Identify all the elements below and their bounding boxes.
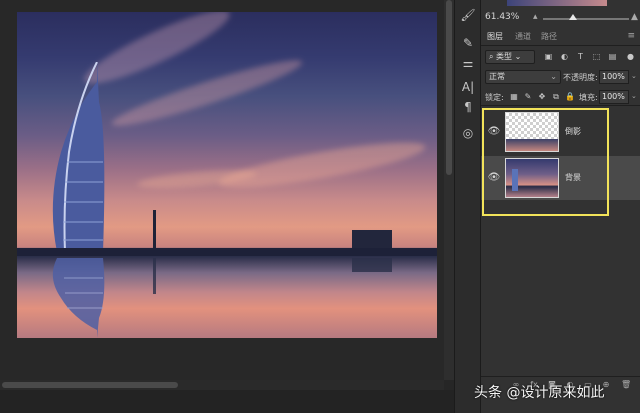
lock-position-icon[interactable]: ✥ [537, 92, 547, 102]
zoom-in-icon[interactable]: ▲ [631, 12, 638, 22]
horizon-shoreline [17, 248, 437, 256]
highlight-box [482, 108, 609, 216]
vertical-scroll-thumb[interactable] [446, 0, 452, 175]
status-bar [0, 390, 454, 413]
lock-transparent-icon[interactable]: ▦ [509, 92, 519, 102]
image-filter-icon[interactable]: ▣ [543, 51, 554, 62]
chevron-down-icon[interactable]: ⌄ [631, 92, 637, 100]
cloud [216, 133, 428, 197]
navigator-thumbnail[interactable] [507, 0, 607, 6]
sliders-icon[interactable]: ⚌ [459, 54, 477, 72]
opacity-label: 不透明度: [563, 73, 598, 82]
lock-artboard-icon[interactable]: ⧉ [551, 92, 561, 102]
zoom-value[interactable]: 61.43% [485, 12, 519, 22]
chevron-down-icon[interactable]: ⌄ [631, 72, 637, 80]
tab-paths[interactable]: 路径 [541, 31, 557, 42]
canvas-workspace[interactable] [0, 0, 444, 380]
panel-menu-icon[interactable]: ≡ [627, 31, 635, 41]
lock-row: 锁定: ▦ ✎ ✥ ⧉ 🔒 填充: 100% ⌄ [481, 90, 640, 106]
blend-mode-value: 正常 [489, 72, 505, 81]
paragraph-icon[interactable]: ¶ [459, 98, 477, 116]
smart-object-filter-icon[interactable]: ▤ [607, 51, 618, 62]
vertical-scrollbar[interactable] [444, 0, 454, 380]
layer-filter-select[interactable]: ⌕ 类型 ⌄ [485, 50, 535, 64]
fill-label: 填充: [579, 93, 598, 102]
fill-input[interactable]: 100% [599, 90, 629, 104]
tab-layers[interactable]: 图层 [487, 31, 503, 42]
chevron-down-icon: ⌄ [550, 72, 557, 81]
panel-tabs: 图层 通道 路径 ≡ [481, 28, 640, 46]
opacity-input[interactable]: 100% [599, 70, 629, 84]
lock-label: 锁定: [485, 93, 504, 102]
distant-building-reflection [352, 258, 392, 272]
blend-mode-select[interactable]: 正常 ⌄ [485, 70, 561, 84]
watermark: 头条 @设计原来如此 [474, 385, 605, 401]
burj-al-arab-tower [52, 62, 105, 252]
type-filter-icon[interactable]: T [575, 51, 586, 62]
horizontal-scroll-thumb[interactable] [2, 382, 178, 388]
zoom-out-icon[interactable]: ▴ [533, 12, 538, 22]
delete-layer-icon[interactable]: 🗑 [621, 380, 631, 390]
document-canvas[interactable] [17, 12, 437, 338]
lock-pixels-icon[interactable]: ✎ [523, 92, 533, 102]
horizontal-scrollbar[interactable] [0, 380, 444, 390]
zoom-row: 61.43% ▴ ▲ [481, 10, 640, 26]
adjustment-filter-icon[interactable]: ◐ [559, 51, 570, 62]
distant-building [352, 230, 392, 250]
filter-label: 类型 [496, 52, 513, 61]
layer-filter-row: ⌕ 类型 ⌄ ▣ ◐ T ⬚ ▤ ● [481, 50, 640, 66]
zoom-slider-knob[interactable] [569, 14, 577, 20]
cloud [136, 166, 258, 192]
brush-icon[interactable]: 🖌 [459, 6, 477, 24]
filter-toggle-icon[interactable]: ● [625, 51, 636, 62]
distant-tower-reflection [153, 258, 156, 294]
zoom-slider[interactable] [543, 18, 629, 20]
lock-all-icon[interactable]: 🔒 [565, 92, 575, 102]
shape-filter-icon[interactable]: ⬚ [591, 51, 602, 62]
tab-channels[interactable]: 通道 [515, 31, 531, 42]
text-icon[interactable]: A| [459, 78, 477, 96]
panel-tool-strip: 🖌 ✎ ⚌ A| ¶ ◎ [454, 0, 480, 413]
blend-row: 正常 ⌄ 不透明度: 100% ⌄ [481, 70, 640, 86]
brush-settings-icon[interactable]: ✎ [459, 34, 477, 52]
tower-reflection [52, 258, 105, 338]
distant-tower [153, 210, 156, 250]
adjust-icon[interactable]: ◎ [459, 124, 477, 142]
